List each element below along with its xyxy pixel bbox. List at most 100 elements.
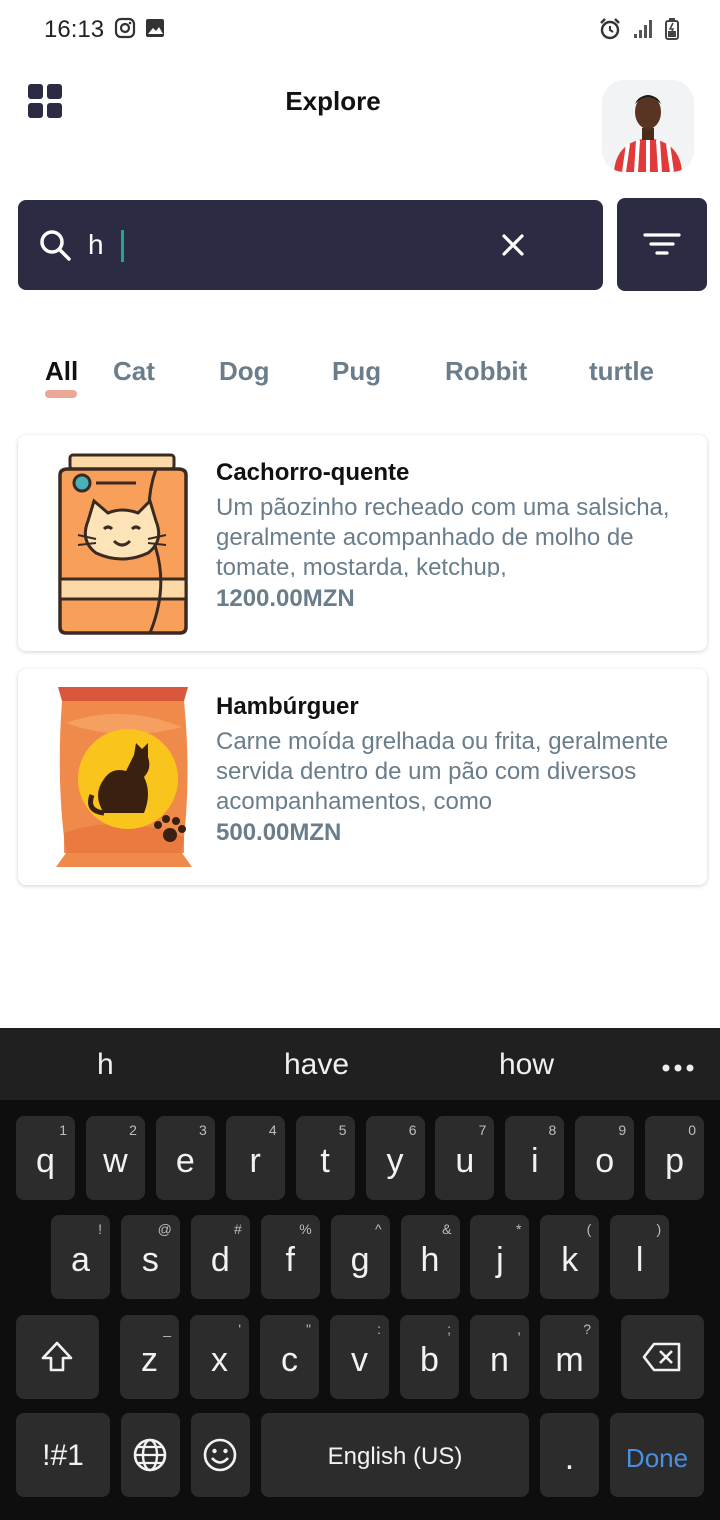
product-description: Carne moída grelhada ou frita, geralment… (216, 728, 669, 811)
emoji-icon (203, 1438, 237, 1472)
key-c[interactable]: " c (260, 1315, 319, 1399)
suggestion-bar: h have how (0, 1028, 720, 1100)
key-hint: , (517, 1321, 521, 1337)
key-p[interactable]: 0p (645, 1116, 705, 1200)
filter-button[interactable] (617, 198, 707, 291)
product-description: Um pãozinho recheado com uma salsicha, g… (216, 494, 670, 577)
key-hint: 8 (548, 1122, 557, 1138)
tab-pug[interactable]: Pug (332, 356, 381, 387)
search-bar[interactable] (18, 200, 603, 290)
key-label: k (561, 1241, 579, 1279)
product-card[interactable]: Cachorro-quente Um pãozinho recheado com… (18, 435, 707, 651)
key-q[interactable]: 1q (16, 1116, 75, 1200)
key-hint: ' (238, 1321, 241, 1337)
key-h[interactable]: & h (400, 1215, 460, 1299)
key-hint: ; (447, 1321, 451, 1337)
emoji-key[interactable] (191, 1413, 250, 1497)
key-s[interactable]: @ s (120, 1215, 180, 1299)
key-m[interactable]: ? m (540, 1315, 599, 1399)
language-key[interactable] (121, 1413, 180, 1497)
product-card[interactable]: Hambúrguer Carne moída grelhada ou frita… (18, 669, 707, 885)
key-hint: : (377, 1321, 381, 1337)
key-d[interactable]: # d (190, 1215, 250, 1299)
search-icon (38, 228, 72, 267)
key-e[interactable]: 3e (155, 1116, 215, 1200)
key-j[interactable]: * j (470, 1215, 530, 1299)
key-hint: 1 (59, 1122, 67, 1138)
space-key[interactable]: English (US) (261, 1413, 529, 1497)
key-i[interactable]: 8i (505, 1116, 565, 1200)
key-o[interactable]: 9o (575, 1116, 635, 1200)
key-t[interactable]: 5t (295, 1116, 355, 1200)
gallery-icon (144, 17, 166, 44)
key-f[interactable]: % f (260, 1215, 320, 1299)
search-input[interactable] (88, 222, 488, 268)
product-title: Hambúrguer (216, 693, 359, 720)
suggestion-item[interactable]: have (284, 1048, 349, 1082)
key-label: m (555, 1341, 584, 1379)
key-k[interactable]: (k (540, 1215, 600, 1299)
suggestion-item[interactable]: how (499, 1048, 554, 1082)
key-label: t (320, 1142, 330, 1180)
shift-icon (41, 1341, 73, 1372)
symbols-key[interactable]: !#1 (16, 1413, 110, 1497)
key-r[interactable]: 4r (225, 1116, 285, 1200)
key-z[interactable]: _ z (120, 1315, 179, 1399)
key-x[interactable]: ' x (190, 1315, 249, 1399)
key-hint: # (234, 1221, 242, 1237)
key-label: j (496, 1241, 504, 1279)
key-w[interactable]: 2w (85, 1116, 145, 1200)
key-label: e (175, 1142, 195, 1180)
key-hint: 2 (129, 1122, 137, 1138)
key-label: l (635, 1241, 644, 1279)
key-y[interactable]: 6y (365, 1116, 425, 1200)
key-label: y (386, 1142, 404, 1180)
key-label: a (71, 1241, 90, 1279)
tab-cat[interactable]: Cat (113, 356, 155, 387)
key-n[interactable]: ,n (470, 1315, 529, 1399)
key-label: x (211, 1341, 228, 1379)
alarm-icon (598, 17, 622, 46)
status-bar: 16:13 (0, 0, 720, 60)
period-key[interactable]: . (540, 1413, 599, 1497)
more-options-icon[interactable] (662, 1060, 694, 1078)
key-a[interactable]: ! a (51, 1215, 110, 1299)
key-label: n (490, 1341, 509, 1379)
key-label: u (455, 1142, 475, 1180)
close-icon[interactable] (502, 234, 524, 261)
key-hint: 5 (338, 1122, 347, 1138)
status-time: 16:13 (44, 16, 105, 43)
key-hint: _ (163, 1321, 171, 1337)
globe-icon (133, 1438, 167, 1472)
instagram-icon (114, 17, 136, 44)
backspace-icon (642, 1342, 681, 1372)
tab-dog[interactable]: Dog (219, 356, 270, 387)
on-screen-keyboard: h have how 1q2w3e4r5t6y7u8i9o0p ! a @ s # d% f… (0, 1028, 720, 1520)
product-title: Cachorro-quente (216, 459, 410, 486)
key-b[interactable]: ; b (400, 1315, 459, 1399)
tab-robbit[interactable]: Robbit (445, 356, 527, 387)
key-hint: 3 (199, 1122, 207, 1138)
key-hint: ( (586, 1221, 592, 1237)
tab-turtle[interactable]: turtle (589, 356, 654, 387)
key-label: s (141, 1241, 159, 1279)
tab-all[interactable]: All (45, 356, 78, 387)
key-hint: * (515, 1221, 522, 1237)
key-g[interactable]: ^ g (330, 1215, 390, 1299)
key-hint: ? (583, 1321, 591, 1337)
text-caret (121, 230, 124, 262)
battery-icon (664, 17, 680, 46)
key-label: p (665, 1142, 685, 1180)
backspace-key[interactable] (621, 1315, 704, 1399)
shift-key[interactable] (16, 1315, 99, 1399)
key-v[interactable]: :v (330, 1315, 389, 1399)
key-l[interactable]: ) l (610, 1215, 670, 1299)
key-label: i (531, 1142, 539, 1180)
avatar[interactable] (602, 80, 694, 172)
cat-food-bag-image (52, 449, 202, 637)
done-key[interactable]: Done (610, 1413, 704, 1497)
key-hint: @ (157, 1221, 172, 1237)
suggestion-item[interactable]: h (97, 1048, 114, 1082)
page-title: Explore (285, 86, 381, 116)
key-u[interactable]: 7u (435, 1116, 495, 1200)
